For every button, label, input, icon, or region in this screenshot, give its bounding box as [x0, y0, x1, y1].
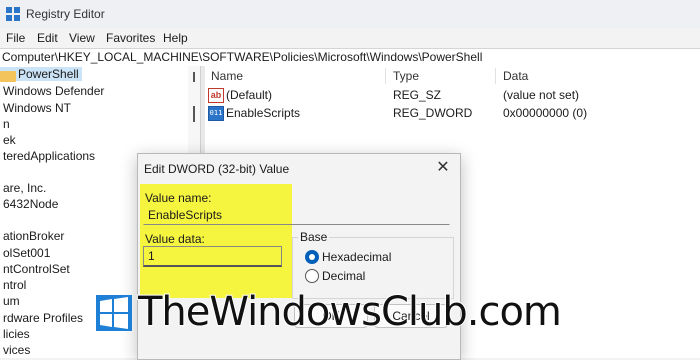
- menu-favorites[interactable]: Favorites: [106, 31, 155, 45]
- tree-item[interactable]: vices: [3, 343, 30, 357]
- column-separator[interactable]: [385, 68, 386, 84]
- binary-value-icon: 011: [208, 106, 224, 121]
- value-data-label: Value data:: [145, 232, 205, 246]
- column-separator[interactable]: [495, 68, 496, 84]
- string-value-icon: ab: [208, 88, 224, 103]
- value-data-input[interactable]: 1: [143, 246, 282, 267]
- tree-item[interactable]: ntrol: [3, 278, 26, 292]
- decimal-label[interactable]: Decimal: [322, 269, 365, 283]
- value-type: REG_SZ: [393, 88, 442, 102]
- column-header-data[interactable]: Data: [503, 69, 528, 83]
- decimal-radio[interactable]: [305, 269, 319, 283]
- base-label: Base: [298, 230, 330, 244]
- value-name-text: EnableScripts: [148, 208, 223, 222]
- scrollbar-thumb[interactable]: [193, 106, 195, 122]
- tree-item[interactable]: ntControlSet: [3, 262, 70, 276]
- tree-item[interactable]: rdware Profiles: [3, 311, 83, 325]
- hexadecimal-radio[interactable]: [305, 250, 319, 264]
- tree-item[interactable]: Windows NT: [3, 101, 71, 115]
- menu-edit[interactable]: Edit: [37, 31, 58, 45]
- menu-bar: File Edit View Favorites Help: [0, 28, 700, 48]
- windows-logo-icon: [96, 295, 132, 331]
- tree-item[interactable]: are, Inc.: [3, 181, 46, 195]
- dialog-title: Edit DWORD (32-bit) Value: [144, 162, 290, 176]
- tree-item[interactable]: n: [3, 117, 10, 131]
- tree-item[interactable]: teredApplications: [3, 149, 95, 163]
- registry-editor-icon: [6, 7, 20, 21]
- tree-item[interactable]: um: [3, 294, 20, 308]
- window-titlebar: Registry Editor: [0, 0, 700, 28]
- address-bar[interactable]: Computer\HKEY_LOCAL_MACHINE\SOFTWARE\Pol…: [0, 48, 700, 67]
- column-header-type[interactable]: Type: [393, 69, 419, 83]
- tree-item[interactable]: 6432Node: [3, 197, 58, 211]
- folder-icon: [0, 71, 16, 82]
- tree-item[interactable]: ek: [3, 133, 16, 147]
- value-name: EnableScripts: [226, 106, 301, 120]
- tree-item-label: PowerShell: [18, 67, 79, 81]
- value-row-default[interactable]: ab (Default) REG_SZ (value not set): [205, 86, 700, 104]
- tree-item-powershell[interactable]: PowerShell: [0, 67, 82, 82]
- address-path: Computer\HKEY_LOCAL_MACHINE\SOFTWARE\Pol…: [2, 50, 483, 64]
- close-icon[interactable]: ✕: [432, 158, 454, 178]
- watermark-text: TheWindowsClub.com: [137, 288, 563, 336]
- menu-help[interactable]: Help: [163, 31, 188, 45]
- tree-item[interactable]: olSet001: [3, 246, 50, 260]
- value-name-field: EnableScripts: [143, 205, 450, 225]
- value-data: (value not set): [503, 88, 580, 102]
- menu-view[interactable]: View: [69, 31, 95, 45]
- tree-item[interactable]: Windows Defender: [3, 84, 104, 98]
- tree-item[interactable]: ationBroker: [3, 229, 64, 243]
- value-name-label: Value name:: [145, 191, 212, 205]
- dialog-titlebar: Edit DWORD (32-bit) Value ✕: [138, 154, 460, 182]
- value-row-enablescripts[interactable]: 011 EnableScripts REG_DWORD 0x00000000 (…: [205, 104, 700, 122]
- value-data-text: 1: [148, 249, 155, 263]
- column-header-name[interactable]: Name: [211, 69, 243, 83]
- value-data: 0x00000000 (0): [503, 106, 588, 120]
- window-title: Registry Editor: [26, 7, 105, 21]
- scrollbar-thumb-mark: [193, 72, 195, 82]
- hexadecimal-label[interactable]: Hexadecimal: [322, 250, 391, 264]
- value-name: (Default): [226, 88, 273, 102]
- value-type: REG_DWORD: [393, 106, 473, 120]
- tree-item[interactable]: licies: [3, 327, 30, 341]
- menu-file[interactable]: File: [6, 31, 25, 45]
